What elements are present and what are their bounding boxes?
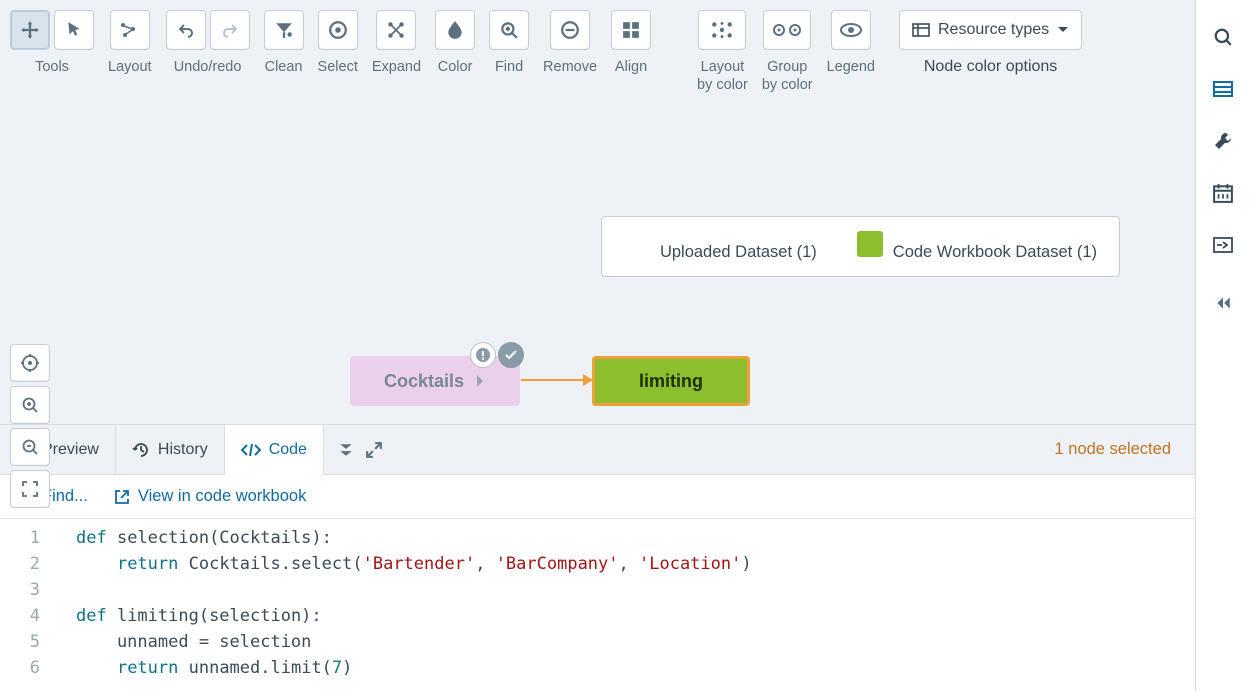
rail-search-icon[interactable]: [1204, 18, 1242, 56]
node-color-options-label: Node color options: [924, 58, 1057, 76]
bottom-tabbar: Preview History Code 1 node selected: [0, 424, 1195, 474]
color-button[interactable]: [435, 10, 475, 50]
clean-button[interactable]: [264, 10, 304, 50]
undo-button[interactable]: [166, 10, 206, 50]
graph-canvas[interactable]: Uploaded Dataset (1) Code Workbook Datas…: [0, 98, 1195, 424]
code-panel: Find... View in code workbook 1 2 3 4 5 …: [0, 474, 1195, 691]
rail-checks-icon[interactable]: [1204, 226, 1242, 264]
expand-button[interactable]: [376, 10, 416, 50]
remove-label: Remove: [543, 58, 597, 76]
code-icon: [241, 443, 261, 457]
legend-uploaded-label: Uploaded Dataset (1): [660, 243, 817, 261]
external-link-icon: [114, 489, 130, 505]
zoom-in-button[interactable]: [10, 386, 50, 424]
node-badge-warning[interactable]: [470, 342, 496, 368]
selection-status: 1 node selected: [1054, 425, 1195, 474]
legend-workbook-label: Code Workbook Dataset (1): [893, 243, 1097, 261]
group-by-color-button[interactable]: [763, 10, 811, 50]
toolbar: Tools Layout Undo/redo Clean Select: [0, 0, 1195, 98]
select-label: Select: [318, 58, 358, 76]
rail-schedule-icon[interactable]: [1204, 174, 1242, 212]
node-badge-success[interactable]: [498, 342, 524, 368]
find-label: Find: [495, 58, 523, 76]
align-label: Align: [615, 58, 647, 76]
undo-redo-label: Undo/redo: [174, 58, 242, 76]
collapse-icon[interactable]: [338, 442, 354, 458]
view-in-workbook-button[interactable]: View in code workbook: [114, 487, 306, 506]
layout-label: Layout: [108, 58, 152, 76]
zoom-out-button[interactable]: [10, 428, 50, 466]
resource-types-label: Resource types: [938, 21, 1049, 39]
tab-history[interactable]: History: [116, 425, 225, 474]
chevron-down-icon: [1057, 26, 1069, 34]
legend-button[interactable]: [831, 10, 871, 50]
history-icon: [132, 441, 150, 459]
rail-collapse-icon[interactable]: [1204, 284, 1242, 322]
line-numbers: 1 2 3 4 5 6: [0, 519, 56, 691]
right-rail: [1195, 0, 1250, 691]
node-limiting[interactable]: limiting: [592, 356, 750, 406]
rail-build-icon[interactable]: [1204, 122, 1242, 160]
tools-label: Tools: [35, 58, 69, 76]
layout-button[interactable]: [110, 10, 150, 50]
tab-code-label: Code: [269, 441, 307, 459]
clean-label: Clean: [265, 58, 303, 76]
redo-button[interactable]: [210, 10, 250, 50]
rail-list-icon[interactable]: [1204, 70, 1242, 108]
legend-swatch-workbook: [857, 231, 883, 257]
tab-code[interactable]: Code: [225, 425, 324, 474]
chevron-right-icon: [474, 373, 486, 389]
node-limiting-label: limiting: [639, 371, 703, 392]
zoom-locate-button[interactable]: [10, 344, 50, 382]
node-cocktails-label: Cocktails: [384, 371, 464, 392]
code-body: def selection(Cocktails): return Cocktai…: [56, 519, 752, 691]
tab-history-label: History: [158, 441, 208, 459]
layout-by-color-button[interactable]: [698, 10, 746, 50]
expand-icon[interactable]: [366, 442, 382, 458]
legend-box: Uploaded Dataset (1) Code Workbook Datas…: [601, 216, 1120, 277]
group-by-color-label: Group by color: [762, 58, 813, 94]
view-in-workbook-label: View in code workbook: [138, 487, 306, 506]
remove-button[interactable]: [550, 10, 590, 50]
color-label: Color: [438, 58, 473, 76]
align-button[interactable]: [611, 10, 651, 50]
tool-move[interactable]: [10, 10, 50, 50]
edge-arrow: [521, 379, 592, 381]
resource-types-dropdown[interactable]: Resource types: [899, 10, 1082, 50]
layout-by-color-label: Layout by color: [697, 58, 748, 94]
tool-pointer[interactable]: [54, 10, 94, 50]
expand-label: Expand: [372, 58, 421, 76]
code-editor[interactable]: 1 2 3 4 5 6 def selection(Cocktails): re…: [0, 519, 1195, 691]
legend-swatch-uploaded: [624, 231, 650, 257]
find-button[interactable]: [489, 10, 529, 50]
legend-label: Legend: [827, 58, 875, 76]
tab-preview-label: Preview: [42, 441, 99, 459]
select-button[interactable]: [318, 10, 358, 50]
zoom-fit-button[interactable]: [10, 470, 50, 508]
